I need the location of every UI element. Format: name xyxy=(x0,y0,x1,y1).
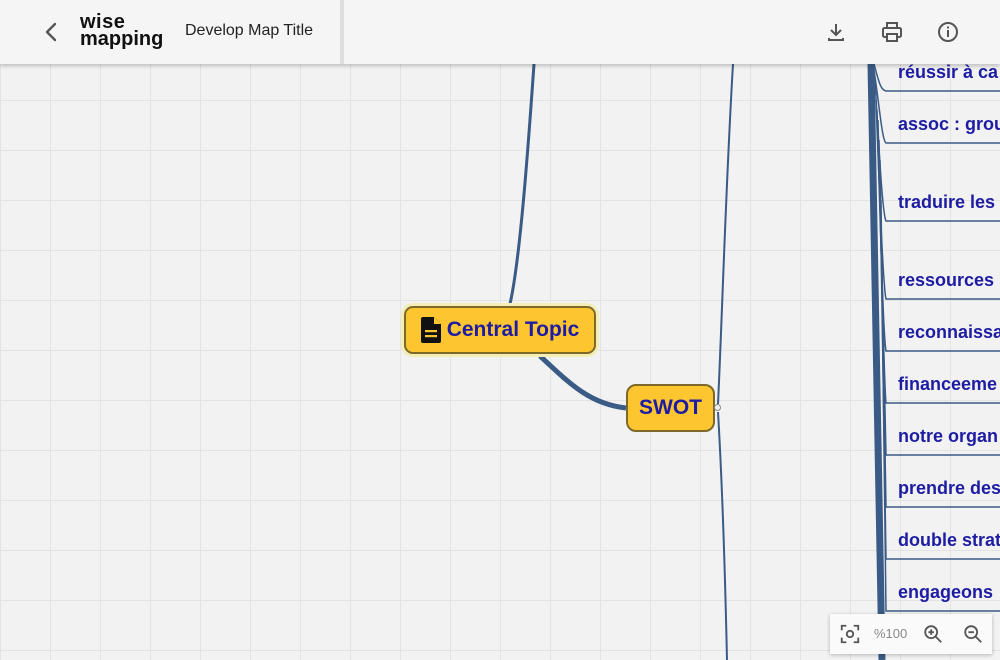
connector-central-swot xyxy=(538,354,627,411)
leaf-topic[interactable]: engageons xyxy=(898,581,993,603)
leaf-topic[interactable]: réussir à ca xyxy=(898,61,998,83)
leaf-topic[interactable]: ressources xyxy=(898,269,994,291)
connector-central-up xyxy=(508,63,536,305)
zoom-panel: %100 xyxy=(830,614,992,654)
leaf-connector-5 xyxy=(876,109,1000,352)
leaf-topic[interactable]: assoc : grou xyxy=(898,113,1000,135)
document-icon xyxy=(420,317,441,343)
wisemapping-logo[interactable]: wise mapping xyxy=(80,12,164,50)
leaf-topic[interactable]: traduire les xyxy=(898,191,995,213)
leaf-connector-9 xyxy=(879,179,1000,560)
leaf-topic[interactable]: notre organ xyxy=(898,425,998,447)
center-focus-icon[interactable] xyxy=(839,623,861,645)
zoom-level: %100 xyxy=(874,626,908,641)
zoom-out-icon[interactable] xyxy=(962,623,984,645)
collapse-toggle[interactable] xyxy=(714,404,721,411)
central-topic-label: Central Topic xyxy=(446,318,580,341)
swot-topic-node[interactable]: SWOT xyxy=(626,384,715,432)
leaf-connector-7 xyxy=(878,139,1000,456)
leaf-topic[interactable]: financeeme xyxy=(898,373,997,395)
download-icon[interactable] xyxy=(824,20,848,44)
connector-swot-down xyxy=(717,411,728,660)
connector-right-trunk xyxy=(867,63,886,660)
top-toolbar: wise mapping Develop Map Title xyxy=(0,0,1000,64)
central-topic-node[interactable]: Central Topic xyxy=(404,306,596,354)
info-icon[interactable] xyxy=(936,20,960,44)
mindmap-canvas[interactable]: Central Topic SWOT réussir à ca assoc : … xyxy=(0,0,1000,660)
logo-mapping: mapping xyxy=(80,28,164,50)
back-arrow-icon[interactable] xyxy=(38,18,66,46)
leaf-topic[interactable]: reconnaissa xyxy=(898,321,1000,343)
header-divider xyxy=(340,0,344,64)
zoom-in-icon[interactable] xyxy=(922,623,944,645)
print-icon[interactable] xyxy=(880,20,904,44)
connector-swot-up xyxy=(717,63,734,405)
leaf-topic[interactable]: double strat xyxy=(898,529,1000,551)
map-title: Develop Map Title xyxy=(185,22,314,39)
swot-topic-label: SWOT xyxy=(639,396,702,419)
leaf-connector-6 xyxy=(877,119,1000,404)
leaf-topic[interactable]: prendre des xyxy=(898,477,1000,499)
